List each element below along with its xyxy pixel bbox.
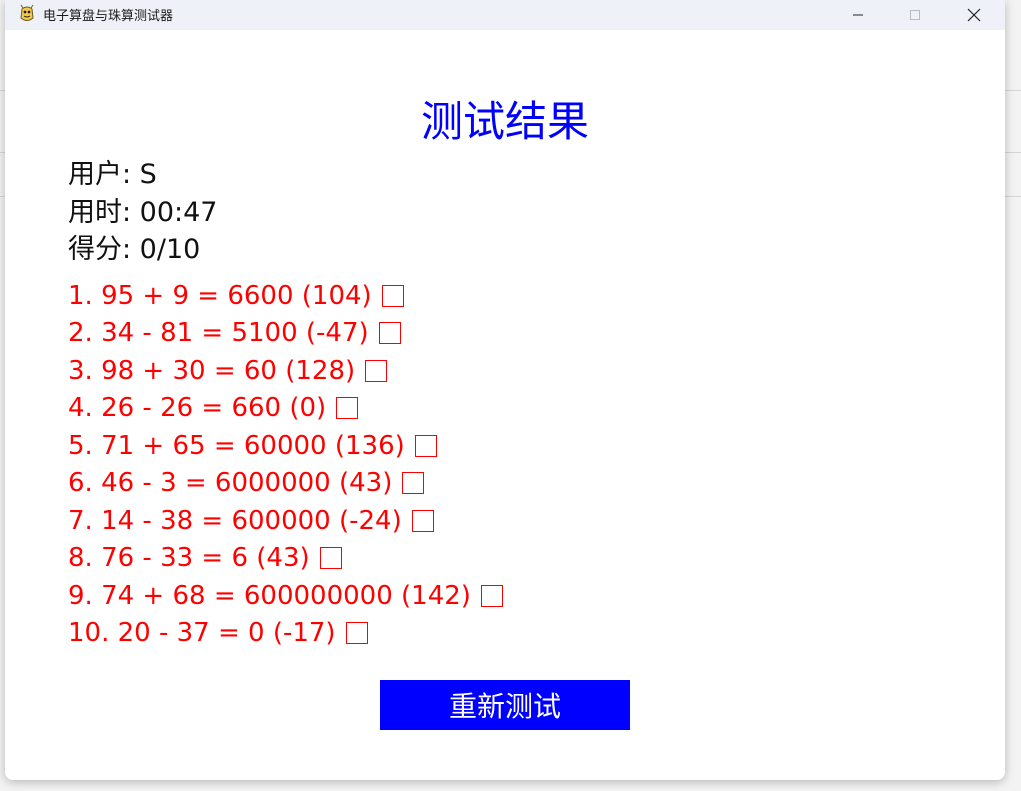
question-item: 1. 95 + 9 = 6600 (104) [68,280,404,312]
wrong-mark-box-icon [411,510,434,532]
wrong-mark-box-icon [402,472,425,494]
question-item: 5. 71 + 65 = 60000 (136) [68,430,437,462]
maximize-button[interactable] [892,0,938,30]
question-item: 3. 98 + 30 = 60 (128) [68,355,388,387]
wrong-mark-box-icon [378,322,401,344]
results-title: 测试结果 [420,97,589,146]
wrong-mark-box-icon [414,435,437,457]
time-label: 用时: 00:47 [68,197,218,228]
close-icon [967,8,981,22]
window-title: 电子算盘与珠算测试器 [43,9,174,24]
minimize-icon [853,14,863,16]
maximize-icon [910,10,920,20]
title-bar[interactable]: 电子算盘与珠算测试器 [5,0,1005,30]
question-item: 2. 34 - 81 = 5100 (-47) [68,317,401,349]
wrong-mark-box-icon [319,547,342,569]
question-text: 5. 71 + 65 = 60000 (136) [68,431,405,461]
wrong-mark-box-icon [336,397,359,419]
question-text: 10. 20 - 37 = 0 (-17) [68,618,336,648]
results-panel: 测试结果 用户: S 用时: 00:47 得分: 0/10 1. 95 + 9 … [5,30,1005,780]
close-button[interactable] [951,0,997,30]
question-text: 4. 26 - 26 = 660 (0) [68,393,327,423]
question-item: 9. 74 + 68 = 600000000 (142) [68,580,503,612]
question-item: 6. 46 - 3 = 6000000 (43) [68,467,425,499]
question-text: 3. 98 + 30 = 60 (128) [68,356,356,386]
question-item: 10. 20 - 37 = 0 (-17) [68,617,368,649]
score-label: 得分: 0/10 [68,234,201,265]
question-text: 8. 76 - 33 = 6 (43) [68,543,310,573]
question-text: 9. 74 + 68 = 600000000 (142) [68,581,471,611]
question-item: 8. 76 - 33 = 6 (43) [68,542,342,574]
question-item: 7. 14 - 38 = 600000 (-24) [68,505,434,537]
wrong-mark-box-icon [365,360,388,382]
user-label: 用户: S [68,159,157,190]
wrong-mark-box-icon [381,285,404,307]
app-window: 电子算盘与珠算测试器 测试结果 用户: S 用时: 00:47 得分: 0/10… [5,0,1005,780]
question-text: 1. 95 + 9 = 6600 (104) [68,281,372,311]
wrong-mark-box-icon [480,585,503,607]
app-logo-icon [20,4,34,21]
question-text: 2. 34 - 81 = 5100 (-47) [68,318,369,348]
question-text: 7. 14 - 38 = 600000 (-24) [68,506,402,536]
retry-test-button[interactable]: 重新测试 [380,680,630,730]
question-text: 6. 46 - 3 = 6000000 (43) [68,468,393,498]
minimize-button[interactable] [835,0,881,30]
wrong-mark-box-icon [345,622,368,644]
question-item: 4. 26 - 26 = 660 (0) [68,392,359,424]
